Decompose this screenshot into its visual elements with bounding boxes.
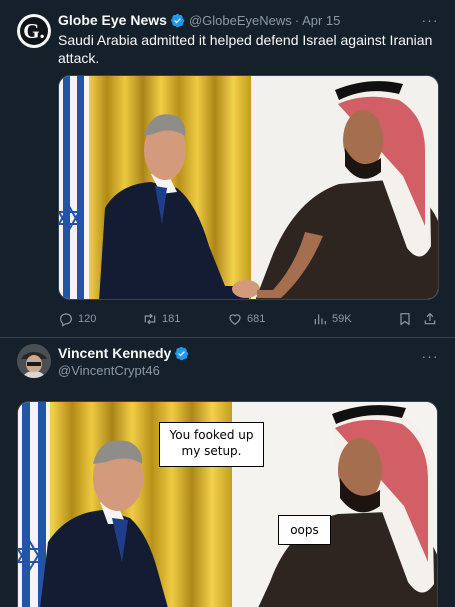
author-name[interactable]: Globe Eye News	[58, 12, 167, 28]
verified-badge-icon	[175, 346, 189, 360]
repost-icon	[144, 313, 156, 325]
share-button[interactable]	[422, 311, 442, 327]
avatar-image	[17, 344, 51, 378]
post-header: Vincent Kennedy	[58, 345, 193, 361]
avatar-logo: G.	[20, 17, 48, 45]
views-button[interactable]: 59K	[312, 311, 352, 327]
bookmark-button[interactable]	[397, 311, 417, 327]
like-count: 681	[247, 313, 266, 325]
post-globe-eye-news[interactable]: G. Globe Eye News @GlobeEyeNews · Apr 15…	[0, 0, 455, 338]
author-handle[interactable]: @VincentCrypt46	[58, 363, 160, 378]
reply-count: 120	[78, 313, 97, 325]
views-count: 59K	[332, 313, 352, 325]
more-icon[interactable]: ···	[420, 13, 440, 29]
separator-dot: ·	[294, 12, 300, 28]
views-icon	[314, 314, 326, 325]
post-image[interactable]	[58, 75, 439, 300]
post-actions: 120 181 681 59K	[58, 311, 439, 329]
verified-badge-icon	[171, 13, 185, 27]
repost-count: 181	[162, 313, 181, 325]
bookmark-icon	[400, 313, 410, 326]
reply-icon	[60, 313, 72, 327]
repost-button[interactable]: 181	[142, 311, 180, 327]
avatar[interactable]: G.	[17, 14, 51, 48]
like-icon	[229, 314, 241, 326]
handshake-photo	[59, 76, 438, 299]
author-handle[interactable]: @GlobeEyeNews	[189, 13, 292, 28]
post-header: Globe Eye News @GlobeEyeNews · Apr 15	[58, 12, 340, 28]
speech-bubble-right: oops	[278, 515, 331, 545]
share-icon	[424, 312, 436, 325]
author-name[interactable]: Vincent Kennedy	[58, 345, 171, 361]
avatar[interactable]	[17, 344, 51, 378]
reply-button[interactable]: 120	[58, 311, 96, 327]
post-text: Saudi Arabia admitted it helped defend I…	[58, 32, 433, 66]
speech-bubble-left: You fooked up my setup.	[159, 422, 264, 467]
like-button[interactable]: 681	[227, 311, 265, 327]
post-date[interactable]: Apr 15	[302, 13, 340, 28]
more-icon[interactable]: ···	[420, 349, 440, 365]
